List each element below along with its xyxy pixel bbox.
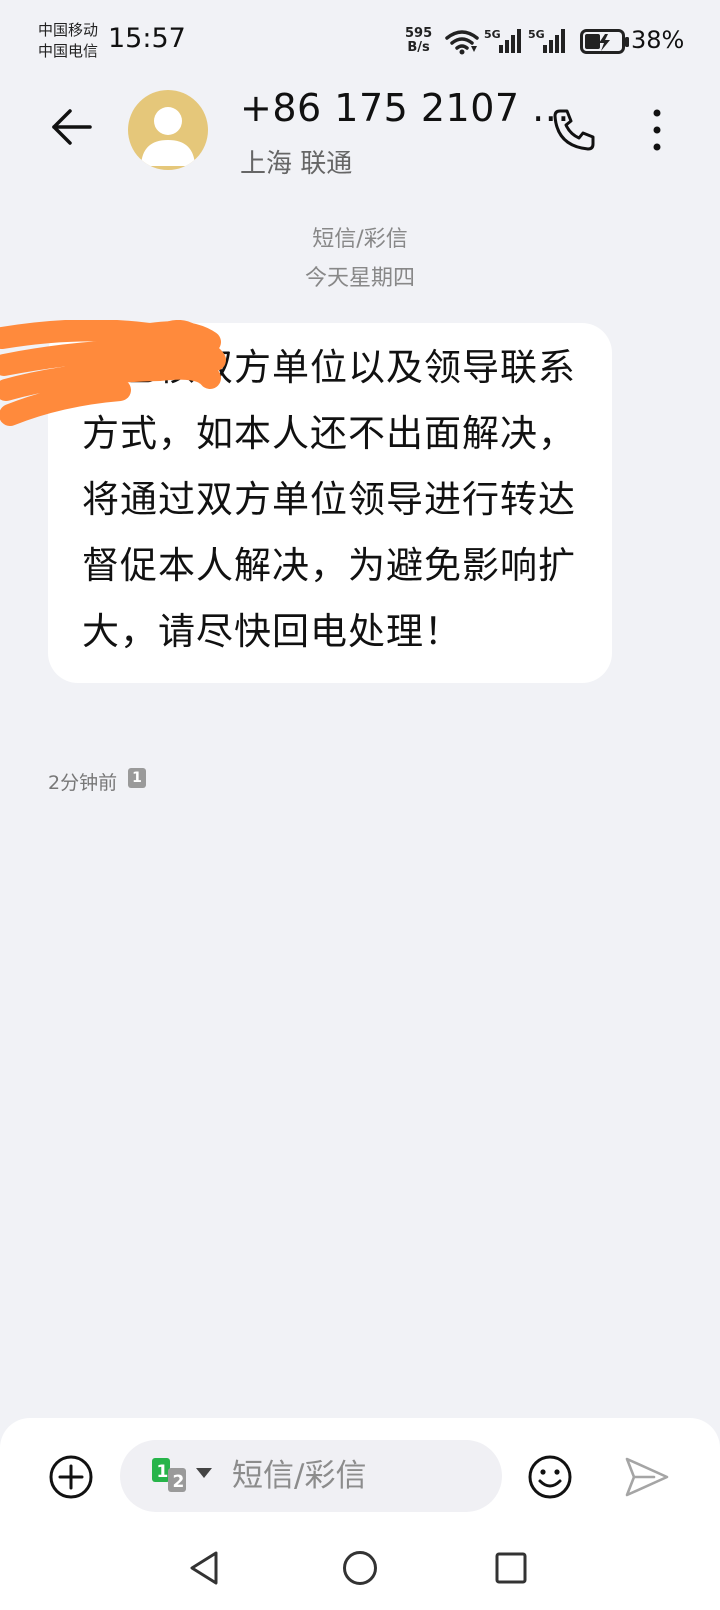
svg-text:2: 2	[173, 1472, 185, 1492]
carrier-names: 中国移动 中国电信	[38, 20, 98, 62]
message-input[interactable]	[232, 1455, 482, 1497]
back-arrow-icon[interactable]	[50, 107, 94, 147]
wifi-icon	[445, 30, 479, 55]
status-time: 15:57	[108, 23, 186, 54]
emoji-icon[interactable]	[528, 1455, 572, 1499]
battery-level: 38%	[631, 26, 685, 54]
nav-recent-icon[interactable]	[495, 1552, 527, 1584]
sim-select-icon[interactable]: 1 2	[152, 1458, 216, 1494]
signal-icon: 5G	[528, 28, 565, 53]
add-circle-icon[interactable]	[49, 1455, 93, 1499]
sim-badge: 1	[128, 768, 146, 788]
more-vertical-icon[interactable]	[650, 108, 664, 152]
carrier-2: 中国电信	[38, 42, 99, 60]
message-type-label: 短信/彩信	[312, 227, 408, 252]
person-icon	[141, 107, 195, 166]
battery-charging-icon	[580, 29, 629, 54]
avatar[interactable]	[128, 90, 208, 170]
svg-text:5G: 5G	[528, 28, 545, 41]
message-timestamp: 2分钟前	[48, 772, 118, 794]
signal-icon: 5G	[484, 28, 521, 53]
redaction-scribble	[0, 320, 226, 426]
nav-home-icon[interactable]	[342, 1550, 378, 1586]
svg-text:1: 1	[157, 1462, 169, 1482]
nav-back-icon[interactable]	[188, 1550, 220, 1586]
sms-conversation-screen: 中国移动 中国电信 15:57 595 B/s 5G 5G 38% +86 17…	[0, 0, 720, 1610]
status-bar: 中国移动 中国电信 15:57 595 B/s 5G 5G 38%	[0, 0, 720, 80]
carrier-1: 中国移动	[38, 21, 99, 39]
contact-name[interactable]: +86 175 2107 ...	[240, 86, 570, 130]
contact-location: 上海 联通	[240, 149, 353, 179]
svg-text:5G: 5G	[484, 28, 501, 41]
phone-icon[interactable]	[552, 108, 596, 152]
send-icon[interactable]	[624, 1455, 670, 1499]
network-speed: 595 B/s	[405, 27, 432, 55]
network-speed-value: 595	[405, 26, 433, 41]
network-speed-unit: B/s	[407, 40, 430, 55]
date-separator: 今天星期四	[304, 266, 415, 291]
